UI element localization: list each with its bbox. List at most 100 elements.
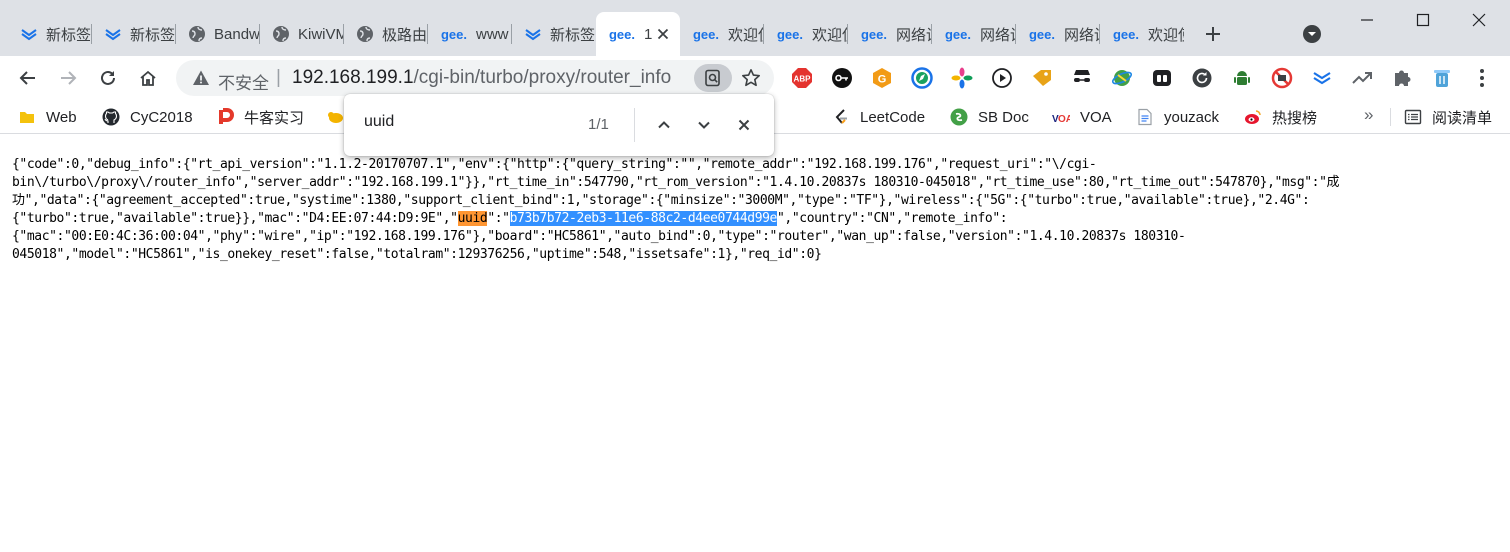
spy-icon [1071,67,1093,89]
bookmark-9[interactable]: 热搜榜 [1244,106,1317,128]
tab-title: 新标签页 [46,26,92,44]
find-input[interactable] [364,113,564,131]
leetcode-icon [832,108,850,126]
tab-close-button[interactable] [654,25,672,43]
find-divider [634,108,635,142]
doc-icon [1136,108,1154,126]
tab-4[interactable]: KiwiVM [260,12,344,56]
address-bar[interactable]: 不安全 | 192.168.199.1/cgi-bin/turbo/proxy/… [176,60,774,96]
new-tab-button[interactable] [1198,20,1228,48]
security-status-label[interactable]: 不安全 [218,69,269,94]
spy-extension-button[interactable] [1070,66,1094,90]
adblock-extension-button[interactable]: ABP [790,66,814,90]
android-extension-button[interactable] [1230,66,1254,90]
puzzle-extension-button[interactable] [1390,66,1414,90]
flower-extension-button[interactable] [950,66,974,90]
bookmark-label: youzack [1164,108,1220,126]
json-text: {"turbo":true,"available":true}},"mac":"… [12,211,458,226]
tab-1[interactable]: 新标签页 [8,12,92,56]
g-icon: G [871,67,893,89]
menu-button[interactable] [1470,66,1494,90]
ie-extension-button[interactable] [1110,66,1134,90]
reading-list-button[interactable]: 阅读清单 [1404,106,1492,128]
find-close-button[interactable] [730,111,758,139]
gee-icon: gee. [608,26,635,42]
play-extension-button[interactable] [990,66,1014,90]
json-text: 功","data":{"agreement_accepted":true,"sy… [12,193,1310,208]
find-page-icon [705,69,720,87]
key-extension-button[interactable] [830,66,854,90]
json-text: {"mac":"00:E0:4C:36:00:04","phy":"wire",… [12,229,1186,244]
trash-extension-button[interactable] [1430,66,1454,90]
find-match-highlight: uuid [457,211,488,226]
bookmarks-overflow-button[interactable]: » [1364,105,1373,125]
maximize-icon [1416,13,1430,27]
tab-10[interactable]: gee. 欢迎使用 [764,12,848,56]
find-previous-button[interactable] [650,111,678,139]
gee-icon: gee. [1028,26,1055,42]
bookmark-leetcode[interactable]: LeetCode [832,106,925,128]
tab-title: 欢迎使用 [1148,26,1184,44]
window-close-button[interactable] [1456,6,1502,34]
svg-text:G: G [878,74,887,86]
svg-text:ABP: ABP [794,75,812,84]
tab-search-button[interactable] [1300,22,1324,46]
trend-extension-button[interactable] [1350,66,1374,90]
bookmark-sb-doc[interactable]: SB Doc [950,106,1029,128]
json-line: {"code":0,"debug_info":{"rt_api_version"… [12,156,1498,174]
bookmark-label: Web [46,108,77,126]
tab-8[interactable]: gee. 1 [596,12,680,56]
tab-extension-button[interactable] [1150,66,1174,90]
json-line: bin\/turbo\/proxy\/router_info","server_… [12,174,1498,192]
maximize-button[interactable] [1400,6,1446,34]
bookmark-voa[interactable]: V OA VOA [1052,106,1112,128]
tab-12[interactable]: gee. 网络设置 [932,12,1016,56]
chevron-down-circle-icon [1303,25,1321,43]
bookmark-youzack[interactable]: youzack [1136,106,1219,128]
tab-title: 欢迎使用 [812,26,848,44]
tab-11[interactable]: gee. 网络设置 [848,12,932,56]
tab-2[interactable]: 新标签页 [92,12,176,56]
block-extension-button[interactable] [1270,66,1294,90]
reload-icon [101,70,115,85]
tab-title: 网络设置 [980,26,1016,44]
forward-button[interactable] [52,62,84,94]
tab-3[interactable]: Bandwidth [176,12,260,56]
bookmark-web[interactable]: Web [18,106,77,128]
chevron-down-icon [698,121,710,129]
bookmark-star-button[interactable] [739,66,763,90]
find-match-count: 1/1 [588,116,609,133]
back-button[interactable] [12,62,44,94]
tab-7[interactable]: 新标签页 [512,12,596,56]
blue-chevron-icon [20,25,38,43]
refresh-circle-extension-button[interactable] [1190,66,1214,90]
plus-icon [1206,27,1220,41]
reload-button[interactable] [92,62,124,94]
find-in-page-indicator[interactable] [694,64,732,92]
json-line: 功","data":{"agreement_accepted":true,"sy… [12,192,1498,210]
json-response-body: {"code":0,"debug_info":{"rt_api_version"… [12,156,1498,264]
home-button[interactable] [132,62,164,94]
bookmark-cyc2018[interactable]: CyC2018 [102,106,193,128]
find-next-button[interactable] [690,111,718,139]
tab-title: 极路由 [382,26,428,44]
json-text: ","country":"CN","remote_info": [776,211,1008,226]
chevron-ext-extension-button[interactable] [1310,66,1334,90]
adblock-icon: ABP [791,67,813,89]
compass-extension-button[interactable] [910,66,934,90]
g-extension-button[interactable]: G [870,66,894,90]
tab-6[interactable]: gee. www [428,12,512,56]
url-host: 192.168.199.1 [292,67,414,88]
minimize-button[interactable] [1344,6,1390,34]
puzzle-icon [1391,67,1413,89]
tab-14[interactable]: gee. 欢迎使用 [1100,12,1184,56]
tag-extension-button[interactable] [1030,66,1054,90]
url-text[interactable]: 192.168.199.1/cgi-bin/turbo/proxy/router… [292,67,671,89]
warning-icon[interactable] [192,69,210,87]
close-icon [657,28,669,40]
bookmark-3[interactable]: 牛客实习 [216,106,304,128]
tab-5[interactable]: 极路由 [344,12,428,56]
tab-13[interactable]: gee. 网络设置 [1016,12,1100,56]
json-line: 045018","model":"HC5861","is_onekey_rese… [12,246,1498,264]
tab-9[interactable]: gee. 欢迎使用 [680,12,764,56]
